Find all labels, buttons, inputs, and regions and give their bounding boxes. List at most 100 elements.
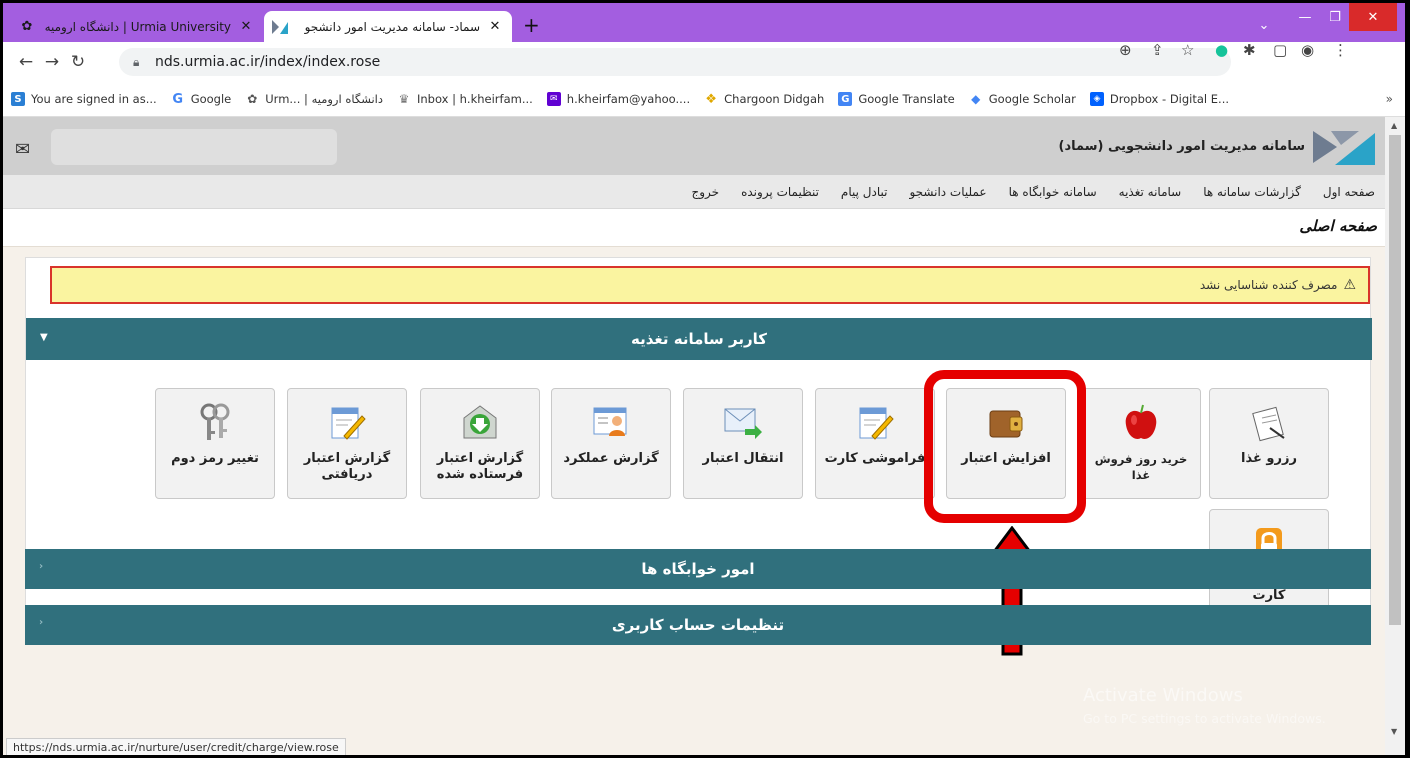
mail-icon[interactable]: ✉	[15, 139, 30, 160]
tile-change-second-password[interactable]: تغییر رمز دوم	[155, 388, 275, 499]
tile-label: گزارش اعتبار دریافتی	[303, 451, 391, 482]
warning-text: مصرف کننده شناسایی نشد	[1199, 278, 1338, 292]
close-icon[interactable]: ✕	[486, 19, 504, 34]
vertical-scrollbar[interactable]: ▲ ▼	[1385, 117, 1405, 755]
caret-right-icon: ›	[39, 617, 44, 628]
tile-label: خرید روز فروش غذا	[1094, 452, 1188, 482]
apple-icon	[1120, 403, 1162, 443]
section-dorm-header[interactable]: › امور خوابگاه ها	[25, 549, 1371, 589]
bookmarks-bar: S You are signed in as... G Google ✿ Urm...…	[3, 82, 1405, 117]
bookmark-urmia[interactable]: ✿ Urm... | دانشگاه ارومیه	[245, 92, 383, 106]
bookmark-label: Chargoon Didgah	[724, 92, 825, 106]
tab-title: سماد- سامانه مدیریت امور دانشجو	[304, 19, 480, 34]
envelope-arrow-icon	[722, 403, 764, 443]
tile-label: گزارش عملکرد	[563, 451, 659, 466]
tile-sent-credit-report[interactable]: گزارش اعتبار فرستاده شده	[420, 388, 540, 499]
extensions-icon[interactable]: ✱	[1243, 41, 1256, 59]
bookmark-yahoo[interactable]: ✉ h.kheirfam@yahoo....	[546, 92, 691, 106]
menu-item-profile-settings[interactable]: تنظیمات پرونده	[741, 185, 819, 199]
highlight-box	[924, 370, 1086, 523]
reserve-icon	[1248, 403, 1290, 443]
warning-icon: ⚠	[1343, 277, 1356, 293]
menu-item-home[interactable]: صفحه اول	[1323, 185, 1375, 199]
tile-performance-report[interactable]: گزارش عملکرد	[551, 388, 671, 499]
main-menu: صفحه اول گزارشات سامانه ها سامانه تغذیه …	[3, 175, 1385, 209]
section-title: تنظیمات حساب کاربری	[611, 616, 785, 634]
keys-icon	[194, 403, 236, 443]
tab-urmia-university[interactable]: ✿ Urmia University | دانشگاه ارومیه ✕	[11, 11, 263, 42]
maximize-icon[interactable]: ❐	[1321, 3, 1349, 31]
tile-forgot-card[interactable]: فراموشی کارت	[815, 388, 935, 499]
bookmark-label: Google Scholar	[988, 92, 1076, 106]
menu-item-food[interactable]: سامانه تغذیه	[1119, 185, 1182, 199]
page-title-bar: صفحه اصلی	[3, 209, 1385, 247]
forward-icon[interactable]: →	[39, 52, 65, 72]
menu-item-dorm[interactable]: سامانه خوابگاه ها	[1009, 185, 1097, 199]
section-account-header[interactable]: › تنظیمات حساب کاربری	[25, 605, 1371, 645]
bookmark-label: Google	[190, 92, 232, 106]
bookmark-chargoon[interactable]: ❖ Chargoon Didgah	[704, 92, 825, 107]
bookmark-scholar[interactable]: ◆ Google Scholar	[969, 92, 1076, 106]
new-tab-button[interactable]: +	[523, 15, 540, 35]
menu-item-logout[interactable]: خروج	[692, 185, 720, 199]
browser-window: ✿ Urmia University | دانشگاه ارومیه ✕ سم…	[3, 3, 1405, 755]
menu-item-reports[interactable]: گزارشات سامانه ها	[1203, 185, 1301, 199]
system-name: سامانه مدیریت امور دانشجویی (سماد)	[1058, 139, 1306, 154]
tab-search-chevron-icon[interactable]: ⌄	[1249, 11, 1279, 39]
bookmark-inbox[interactable]: ♛ Inbox | h.kheirfam...	[397, 92, 533, 106]
warning-box: ⚠ مصرف کننده شناسایی نشد	[50, 266, 1370, 304]
more-bookmarks-icon[interactable]: »	[1386, 92, 1393, 106]
samad-logo-icon	[272, 19, 288, 35]
tile-label: گزارش اعتبار فرستاده شده	[436, 451, 524, 482]
tile-reserve-food[interactable]: رزرو غذا	[1209, 388, 1329, 499]
star-icon[interactable]: ☆	[1181, 41, 1194, 59]
samad-logo-icon	[1313, 131, 1375, 165]
menu-icon[interactable]: ⋮	[1333, 41, 1348, 59]
section-title: امور خوابگاه ها	[641, 560, 755, 578]
menu-item-messages[interactable]: تبادل پیام	[841, 185, 888, 199]
bookmark-label: Dropbox - Digital E...	[1109, 92, 1230, 106]
share-icon[interactable]: ⇪	[1151, 41, 1164, 59]
bookmark-signed-in[interactable]: S You are signed in as...	[11, 92, 157, 106]
menu-item-student-ops[interactable]: عملیات دانشجو	[909, 185, 986, 199]
tab-samad[interactable]: سماد- سامانه مدیریت امور دانشجو ✕	[264, 11, 512, 42]
tile-label: انتقال اعتبار	[702, 451, 784, 466]
zoom-icon[interactable]: ⊕	[1119, 41, 1132, 59]
bookmark-label: Inbox | h.kheirfam...	[416, 92, 533, 106]
bookmark-label: Urm... | دانشگاه ارومیه	[265, 92, 383, 106]
dropbox-icon: ◈	[1089, 92, 1104, 106]
bookmark-label: h.kheirfam@yahoo....	[566, 92, 691, 106]
bookmark-google[interactable]: G Google	[171, 92, 232, 107]
tile-transfer-credit[interactable]: انتقال اعتبار	[683, 388, 803, 499]
grammarly-icon[interactable]: ●	[1215, 41, 1228, 59]
sidepanel-icon[interactable]: ▢	[1273, 41, 1287, 59]
url-field[interactable]: 🔒︎ nds.urmia.ac.ir/index/index.rose	[119, 48, 1231, 76]
scroll-thumb[interactable]	[1389, 135, 1401, 625]
bookmark-label: Google Translate	[858, 92, 955, 106]
tile-buy-day-food[interactable]: خرید روز فروش غذا	[1081, 388, 1201, 499]
urmia-logo-icon: ✿	[21, 19, 33, 34]
caret-right-icon: ›	[39, 561, 44, 572]
section-food-header[interactable]: ▼ کاربر سامانه تغذیه	[26, 318, 1372, 360]
window-close-icon[interactable]: ✕	[1349, 3, 1397, 31]
tab-title: Urmia University | دانشگاه ارومیه	[44, 19, 231, 34]
reload-icon[interactable]: ↻	[65, 52, 91, 72]
profile-icon[interactable]: ◉	[1301, 41, 1314, 59]
caret-down-icon: ▼	[40, 332, 48, 343]
header-search-box[interactable]	[51, 129, 337, 165]
scroll-down-icon[interactable]: ▼	[1391, 727, 1397, 736]
translate-icon: G	[838, 92, 853, 106]
bookmark-dropbox[interactable]: ◈ Dropbox - Digital E...	[1089, 92, 1230, 106]
s-icon: S	[11, 92, 25, 106]
bookmark-translate[interactable]: G Google Translate	[838, 92, 955, 106]
minimize-icon[interactable]: —	[1291, 3, 1319, 31]
back-icon[interactable]: ←	[13, 52, 39, 72]
scroll-up-icon[interactable]: ▲	[1391, 121, 1397, 130]
inbox-icon: ♛	[398, 92, 410, 106]
yahoo-mail-icon: ✉	[546, 92, 561, 106]
tile-received-credit-report[interactable]: گزارش اعتبار دریافتی	[287, 388, 407, 499]
url-text: nds.urmia.ac.ir/index/index.rose	[155, 54, 381, 70]
tab-strip: ✿ Urmia University | دانشگاه ارومیه ✕ سم…	[3, 3, 1405, 42]
lock-icon: 🔒︎	[133, 54, 140, 69]
close-icon[interactable]: ✕	[237, 19, 255, 34]
